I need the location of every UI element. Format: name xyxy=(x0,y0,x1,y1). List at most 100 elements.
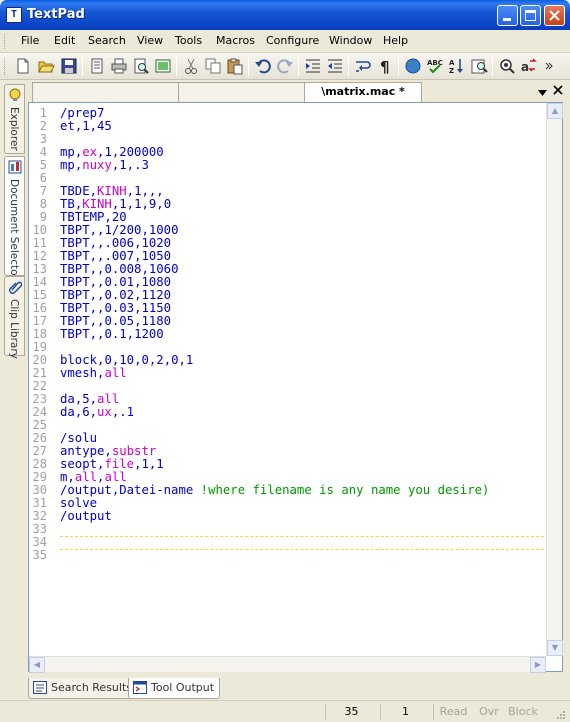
replace-icon[interactable]: a xyxy=(520,57,538,75)
status-ovr: Ovr xyxy=(479,705,499,718)
side-panel-tabs: Explorer Document Selector Clip Library xyxy=(0,80,28,680)
menu-tools[interactable]: Tools xyxy=(175,34,202,47)
line-number: 10 xyxy=(32,223,47,237)
document-tab-blank[interactable] xyxy=(32,82,182,102)
line-number: 19 xyxy=(32,340,47,354)
vertical-scrollbar[interactable]: ▲ ▼ xyxy=(546,103,563,656)
scroll-down-button[interactable]: ▼ xyxy=(547,640,563,656)
tab-list-dropdown-icon[interactable] xyxy=(538,87,547,100)
menu-edit[interactable]: Edit xyxy=(54,34,75,47)
new-file-icon[interactable] xyxy=(14,57,32,75)
status-bar: 35 1 Read Ovr Block xyxy=(0,700,570,722)
toolbar-grip[interactable] xyxy=(4,58,7,75)
code-line: TBTEMP,20 xyxy=(60,210,127,224)
redo-icon[interactable] xyxy=(276,57,294,75)
undo-icon[interactable] xyxy=(254,57,272,75)
code-line: /output xyxy=(60,509,112,523)
open-file-icon[interactable] xyxy=(37,57,55,75)
code-line: vmesh,all xyxy=(60,366,127,380)
editor-pane[interactable]: 1 2 3 4 5 6 7 8 9 10 11 12 13 14 15 16 17 18 19 20 21 22 23 24 2… xyxy=(28,102,563,673)
sort-icon[interactable]: AZ xyxy=(448,57,466,75)
line-number: 12 xyxy=(32,249,47,263)
paste-icon[interactable] xyxy=(226,57,244,75)
save-all-icon[interactable] xyxy=(88,57,106,75)
scroll-right-button[interactable]: ▶ xyxy=(530,657,546,673)
menu-search[interactable]: Search xyxy=(88,34,126,47)
vertical-scroll-track[interactable] xyxy=(548,120,562,637)
resize-grip-icon[interactable] xyxy=(553,709,566,722)
menu-grip[interactable] xyxy=(4,34,7,49)
code-line: seopt,file,1,1 xyxy=(60,457,164,471)
status-read: Read xyxy=(433,704,473,720)
side-tab-explorer[interactable]: Explorer xyxy=(4,84,25,154)
word-wrap-icon[interactable] xyxy=(354,57,372,75)
code-area[interactable]: /prep7 et,1,45 mp,ex,1,200000 mp,nuxy,1,.3 T… xyxy=(60,103,545,656)
web-browser-icon[interactable] xyxy=(404,57,422,75)
line-number: 15 xyxy=(32,288,47,302)
close-button[interactable] xyxy=(544,5,565,26)
copy-icon[interactable] xyxy=(204,57,222,75)
code-line: TBPT,,.006,1020 xyxy=(60,236,172,250)
side-tab-clip-library[interactable]: Clip Library xyxy=(4,276,25,359)
line-number-gutter: 1 2 3 4 5 6 7 8 9 10 11 12 13 14 15 16 17 18 19 20 21 22 23 24 2… xyxy=(29,103,55,656)
code-line: TBPT,,.007,1050 xyxy=(60,249,172,263)
svg-text:A: A xyxy=(449,59,455,67)
cut-icon[interactable] xyxy=(182,57,200,75)
current-line-highlight xyxy=(60,549,544,550)
spellcheck-icon[interactable]: ABC xyxy=(426,57,444,75)
outdent-icon[interactable] xyxy=(326,57,344,75)
textpad-app-icon[interactable]: T xyxy=(6,7,22,23)
document-tab-active[interactable]: \matrix.mac * xyxy=(304,82,422,102)
find-in-files-icon[interactable] xyxy=(470,57,488,75)
side-tab-explorer-label: Explorer xyxy=(8,107,20,151)
line-number: 4 xyxy=(39,145,47,159)
menu-file[interactable]: File xyxy=(21,34,39,47)
menu-help[interactable]: Help xyxy=(383,34,408,47)
line-number: 20 xyxy=(32,353,47,367)
line-number: 13 xyxy=(32,262,47,276)
pilcrow-icon[interactable]: ¶ xyxy=(376,57,394,75)
scroll-left-button[interactable]: ◀ xyxy=(29,657,45,673)
line-number: 29 xyxy=(32,470,47,484)
svg-text:¶: ¶ xyxy=(380,58,390,75)
horizontal-scrollbar[interactable]: ◀ ▶ xyxy=(29,656,546,673)
code-line: TBDE,KINH,1,,, xyxy=(60,184,164,198)
tab-search-results[interactable]: Search Results xyxy=(28,678,139,699)
scroll-up-button[interactable]: ▲ xyxy=(547,103,563,119)
maximize-button[interactable] xyxy=(520,5,541,26)
line-number: 6 xyxy=(39,171,47,185)
line-number: 21 xyxy=(32,366,47,380)
title-bar[interactable]: T TextPad xyxy=(0,0,570,30)
print-preview-icon[interactable] xyxy=(132,57,150,75)
line-number: 24 xyxy=(32,405,47,419)
menu-configure[interactable]: Configure xyxy=(266,34,319,47)
print-icon[interactable] xyxy=(110,57,128,75)
line-number: 17 xyxy=(32,314,47,328)
tool-output-icon xyxy=(133,681,147,694)
paperclip-icon xyxy=(9,281,22,294)
side-tab-document-selector[interactable]: Document Selector xyxy=(4,156,25,280)
line-number: 33 xyxy=(32,522,47,536)
close-document-button[interactable] xyxy=(553,85,563,98)
menu-macros[interactable]: Macros xyxy=(216,34,255,47)
visual-spaces-icon[interactable] xyxy=(498,57,516,75)
line-number: 26 xyxy=(32,431,47,445)
menu-view[interactable]: View xyxy=(137,34,163,47)
code-line: da,6,ux,.1 xyxy=(60,405,135,419)
tab-tool-output[interactable]: Tool Output xyxy=(128,678,221,699)
menu-window[interactable]: Window xyxy=(329,34,372,47)
tab-tool-output-label: Tool Output xyxy=(151,681,215,694)
compare-icon[interactable] xyxy=(154,57,172,75)
document-tabs: \matrix.mac * xyxy=(28,82,568,102)
status-column-number: 1 xyxy=(380,704,430,720)
toolbar-overflow-icon[interactable] xyxy=(545,62,553,75)
document-tab-blank-2[interactable] xyxy=(178,82,308,102)
code-line: TBPT,,1/200,1000 xyxy=(60,223,179,237)
save-icon[interactable] xyxy=(60,57,78,75)
code-line: TBPT,,0.02,1120 xyxy=(60,288,172,302)
minimize-button[interactable] xyxy=(497,5,518,26)
line-number: 34 xyxy=(32,535,47,549)
indent-icon[interactable] xyxy=(304,57,322,75)
status-line-number: 35 xyxy=(325,704,377,720)
line-number: 9 xyxy=(39,210,47,224)
